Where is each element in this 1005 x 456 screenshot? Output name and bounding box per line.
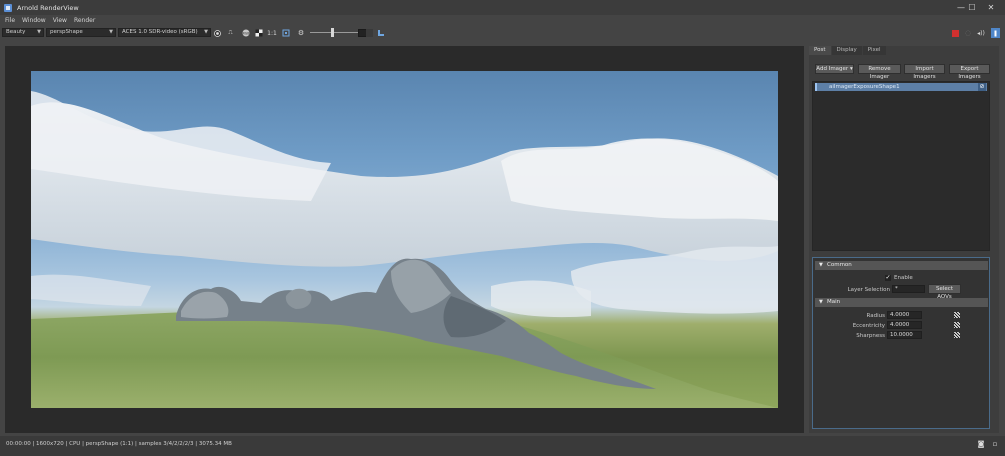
ipr-refresh-icon[interactable]: ◌ [963,28,973,38]
exposure-icon[interactable]: RGB [241,28,251,38]
menu-window[interactable]: Window [22,17,46,24]
view-transform-value: ACES 1.0 SDR-video (sRGB) [122,29,198,35]
add-imager-label: Add Imager [816,66,849,72]
imager-list[interactable]: aiImagerExposureShape1 ⊘ [812,81,990,251]
camera-select[interactable]: perspShape ▼ [46,28,116,37]
import-imagers-button[interactable]: Import Imagers [904,64,945,80]
panel-tabs: Post Display Pixel [809,46,999,55]
radius-input[interactable]: 4.0000 [887,311,922,319]
menu-file[interactable]: File [5,17,15,24]
triangle-down-icon: ▼ [819,299,823,305]
radius-label: Radius [866,313,885,319]
chevron-down-icon: ▼ [204,29,208,35]
eccentricity-label: Eccentricity [852,323,885,329]
aov-select[interactable]: Beauty ▼ [2,28,44,37]
remove-imager-button[interactable]: Remove Imager [858,64,901,80]
snapshot-icon[interactable] [376,28,386,38]
title-bar: Arnold RenderView — ☐ ✕ [0,0,1005,15]
lut-icon[interactable]: ⎍ [226,28,235,38]
chevron-down-icon: ▼ [109,29,113,35]
panel-icon[interactable]: ▫ [990,440,1000,449]
exposure-value-swatch [366,29,373,37]
checker-map-icon[interactable] [954,332,960,338]
camera-icon[interactable]: ◙ [976,440,986,449]
status-bar: 00:00:00 | 1600x720 | CPU | perspShape (… [0,436,1005,456]
imager-list-item[interactable]: aiImagerExposureShape1 ⊘ [815,83,987,91]
channels-icon[interactable] [254,28,264,38]
settings-gear-icon[interactable]: ⚙ [296,28,306,38]
svg-text:RGB: RGB [243,31,250,35]
tab-pixel[interactable]: Pixel [862,46,886,55]
render-image[interactable] [31,71,778,408]
render-landscape-image [31,91,778,408]
add-imager-button[interactable]: Add Imager ▾ [815,64,854,74]
exposure-slider-thumb[interactable] [331,28,334,37]
section-main-title: Main [827,299,841,305]
ratio-label[interactable]: 1:1 [266,28,278,38]
tab-display[interactable]: Display [831,46,862,55]
checker-map-icon[interactable] [954,312,960,318]
export-imagers-button[interactable]: Export Imagers [949,64,990,80]
tab-post[interactable]: Post [809,46,831,55]
menu-view[interactable]: View [53,17,67,24]
sharpness-input[interactable]: 10.0000 [887,331,922,339]
toggle-imager-icon[interactable]: ⊘ [978,83,986,91]
sharpness-label: Sharpness [856,333,885,339]
eccentricity-input[interactable]: 4.0000 [887,321,922,329]
stop-icon[interactable] [951,28,960,38]
select-aovs-button[interactable]: Select AOVs [928,284,961,300]
menu-render[interactable]: Render [74,17,95,24]
enable-label: Enable [894,275,913,281]
chevron-down-icon: ▾ [849,66,853,72]
toolbar: Beauty ▼ perspShape ▼ ACES 1.0 SDR-video… [0,26,1005,40]
arnold-app-icon [4,3,12,12]
close-icon[interactable]: ✕ [977,0,1005,15]
imager-panel: Post Display Pixel Add Imager ▾ Remove I… [809,46,999,433]
section-common-title: Common [827,262,852,268]
layer-selection-input[interactable]: * [892,285,925,293]
crop-icon[interactable] [281,28,291,38]
view-transform-select[interactable]: ACES 1.0 SDR-video (sRGB) ▼ [118,28,211,37]
menu-bar: File Window View Render [0,15,1005,25]
window-title: Arnold RenderView [17,3,79,12]
imager-properties: ▼ Common ✓ Enable Layer Selection * Sele… [812,257,990,429]
section-main[interactable]: ▼ Main [815,298,988,307]
display-dot-icon[interactable] [213,28,222,38]
audio-icon[interactable]: ◂)) [976,28,986,38]
enable-checkbox[interactable]: ✓ [885,275,891,281]
panel-toggle-icon[interactable] [991,28,1000,38]
render-viewport[interactable] [5,46,804,433]
chevron-down-icon: ▼ [37,29,41,35]
exposure-slider-track[interactable] [310,32,364,33]
aov-select-value: Beauty [6,29,26,35]
camera-select-value: perspShape [50,29,83,35]
status-text: 00:00:00 | 1600x720 | CPU | perspShape (… [6,441,232,447]
layer-selection-label: Layer Selection [847,287,890,293]
triangle-down-icon: ▼ [819,262,823,268]
checker-map-icon[interactable] [954,322,960,328]
imager-name: aiImagerExposureShape1 [829,84,900,90]
section-common[interactable]: ▼ Common [815,261,988,270]
